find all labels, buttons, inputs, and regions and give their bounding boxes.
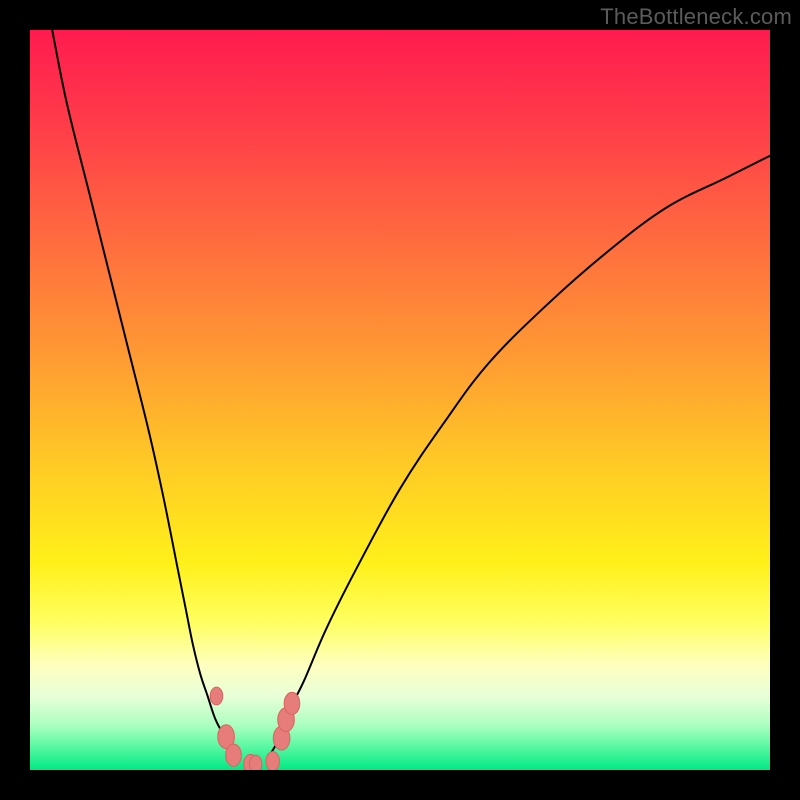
data-marker bbox=[266, 752, 279, 771]
curve-left-branch bbox=[52, 30, 237, 759]
data-marker bbox=[284, 692, 300, 714]
watermark-text: TheBottleneck.com bbox=[600, 4, 792, 30]
bottleneck-curve bbox=[30, 30, 770, 770]
chart-frame: TheBottleneck.com bbox=[0, 0, 800, 800]
curve-right-branch bbox=[267, 156, 770, 759]
data-markers bbox=[210, 687, 299, 770]
data-marker bbox=[249, 755, 261, 770]
plot-area bbox=[30, 30, 770, 770]
data-marker bbox=[226, 744, 242, 766]
data-marker bbox=[210, 687, 222, 705]
